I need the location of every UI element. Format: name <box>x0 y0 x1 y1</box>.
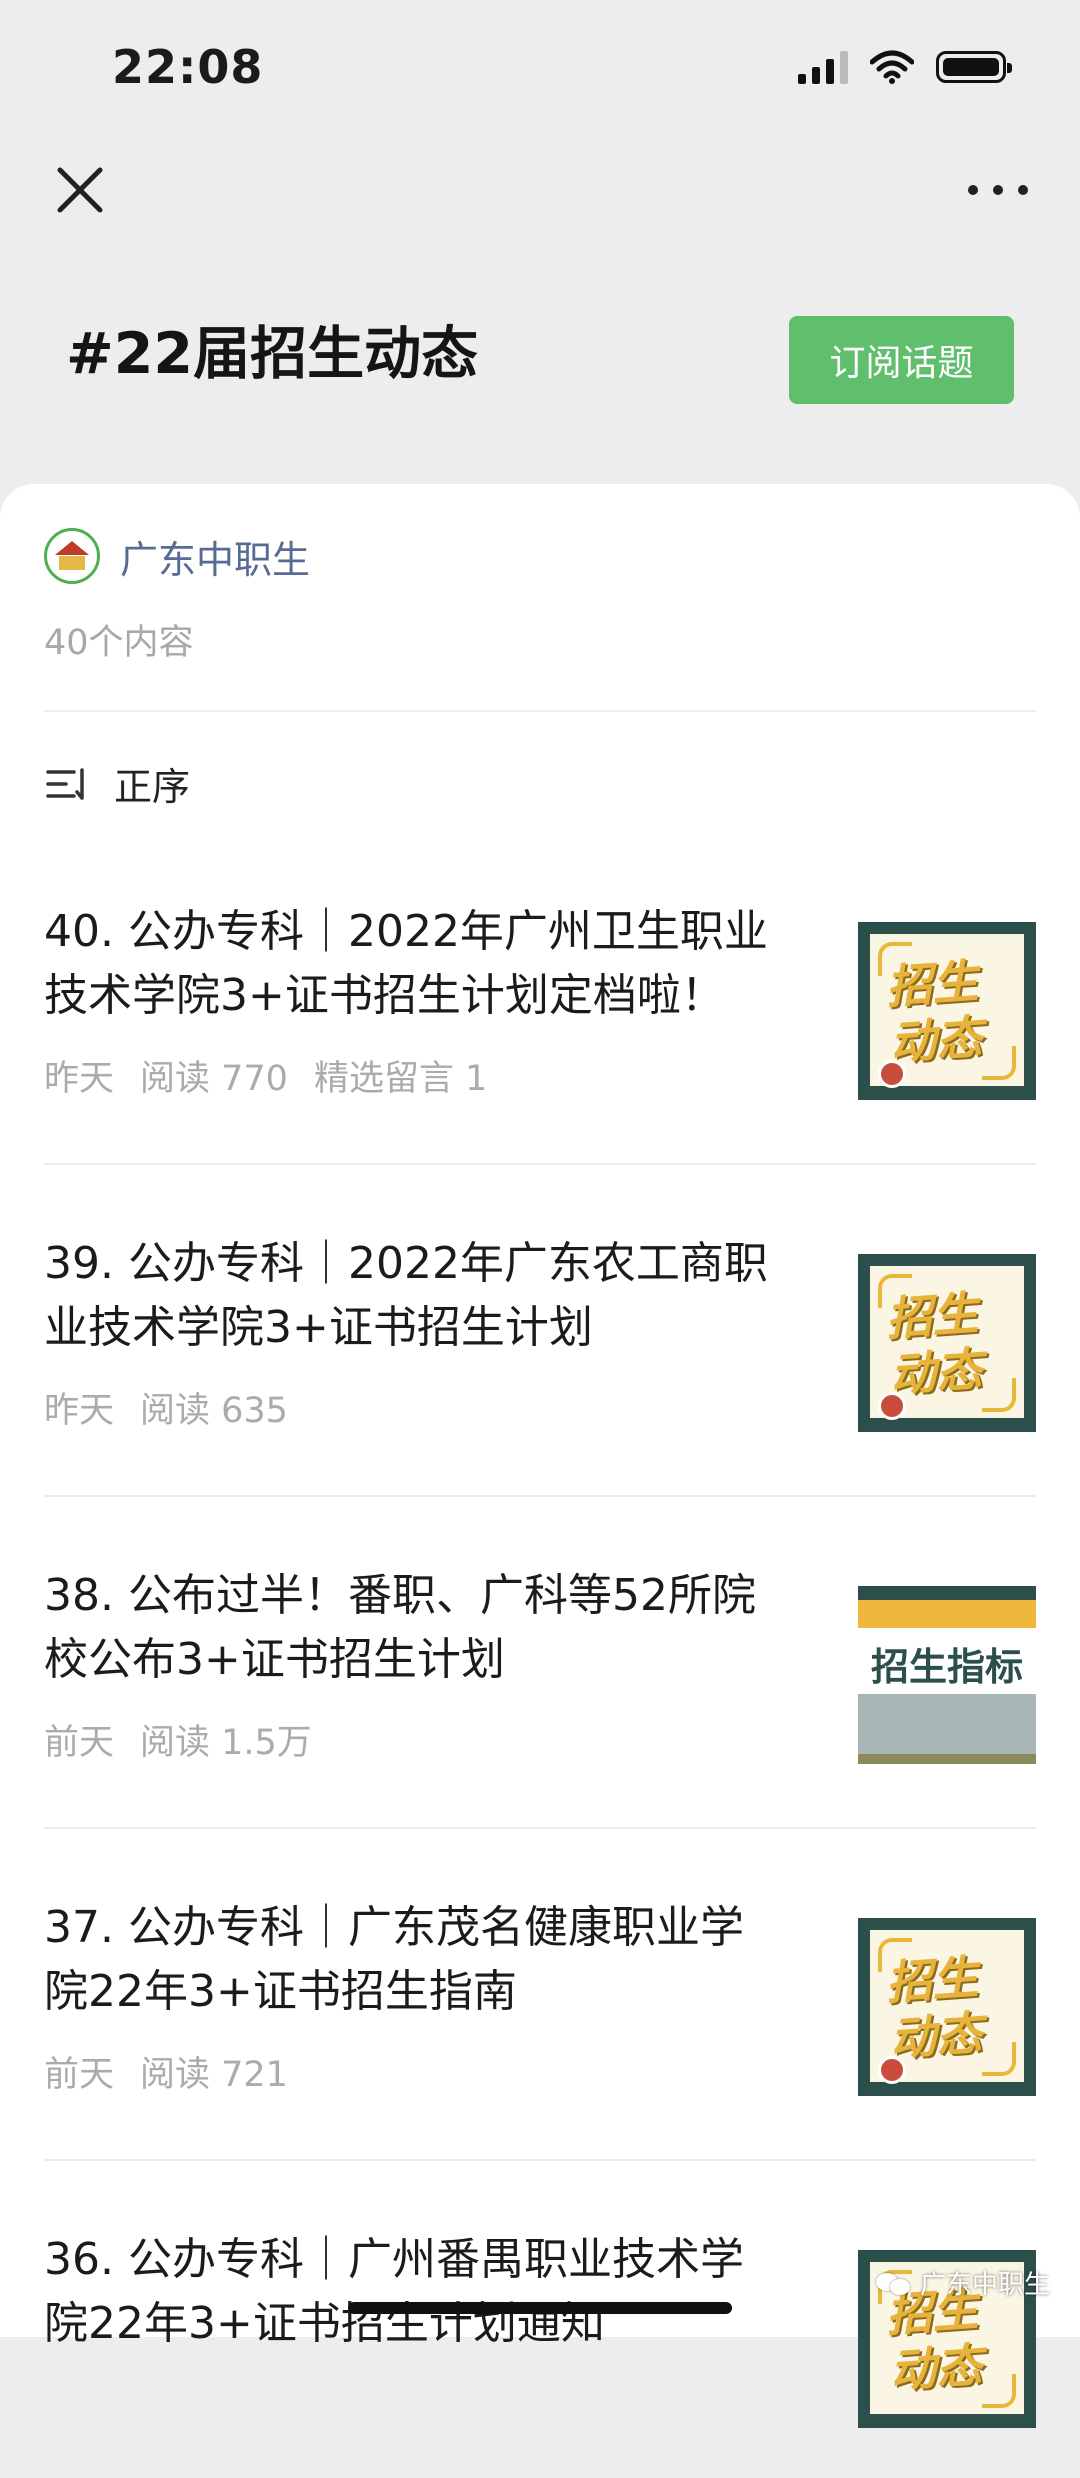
home-indicator[interactable] <box>348 2302 732 2314</box>
account-name: 广东中职生 <box>120 537 311 582</box>
article-item[interactable]: 38. 公布过半！番职、广科等52所院 校公布3+证书招生计划 前天 阅读 1.… <box>44 1564 1036 1814</box>
article-reads: 阅读 721 <box>140 2055 288 2095</box>
watermark-text: 广东中职生 <box>919 2270 1050 2300</box>
close-icon <box>57 167 103 213</box>
avatar <box>44 528 100 584</box>
sort-toggle[interactable]: 正序 <box>44 756 190 811</box>
article-meta: 前天 阅读 721 <box>44 2046 288 2097</box>
article-meta: 昨天 阅读 770 精选留言 1 <box>44 1050 487 1101</box>
divider <box>44 2159 1036 2161</box>
status-icons <box>798 50 1012 84</box>
more-icon <box>968 185 978 195</box>
article-reads: 阅读 635 <box>140 1391 288 1431</box>
article-thumbnail: 招生 动态 <box>858 1254 1036 1432</box>
sort-icon <box>46 767 84 800</box>
close-button[interactable] <box>52 162 108 218</box>
article-reads: 阅读 1.5万 <box>140 1723 312 1763</box>
article-comments: 精选留言 1 <box>313 1059 488 1099</box>
divider <box>44 1827 1036 1829</box>
article-item[interactable]: 39. 公办专科｜2022年广东农工商职 业技术学院3+证书招生计划 昨天 阅读… <box>44 1232 1036 1482</box>
wifi-icon <box>870 50 914 84</box>
article-thumbnail: 招生指标 <box>858 1586 1036 1764</box>
article-thumbnail: 招生 动态 <box>858 1918 1036 2096</box>
subscribe-topic-button[interactable]: 订阅话题 <box>789 316 1014 404</box>
article-item[interactable]: 37. 公办专科｜广东茂名健康职业学 院22年3+证书招生指南 前天 阅读 72… <box>44 1896 1036 2146</box>
article-title: 38. 公布过半！番职、广科等52所院 校公布3+证书招生计划 <box>44 1570 756 1685</box>
watermark: 广东中职生 <box>875 2264 1050 2301</box>
more-options-button[interactable] <box>968 168 1028 212</box>
article-date: 前天 <box>44 2055 115 2095</box>
article-date: 前天 <box>44 1723 115 1763</box>
cellular-signal-icon <box>798 50 848 84</box>
article-thumbnail: 招生 动态 <box>858 922 1036 1100</box>
article-reads: 阅读 770 <box>140 1059 288 1099</box>
battery-icon <box>936 51 1012 83</box>
sort-label: 正序 <box>114 765 191 809</box>
divider <box>44 710 1036 712</box>
article-date: 昨天 <box>44 1391 115 1431</box>
article-date: 昨天 <box>44 1059 115 1099</box>
article-meta: 昨天 阅读 635 <box>44 1382 288 1433</box>
status-time: 22:08 <box>112 40 264 94</box>
page-title: #22届招生动态 <box>66 321 479 387</box>
divider <box>44 1163 1036 1165</box>
topic-content-card: 广东中职生 40个内容 正序 40. 公办专科｜2022年广州卫生职业 技术学院… <box>0 484 1080 2428</box>
article-item[interactable]: 40. 公办专科｜2022年广州卫生职业 技术学院3+证书招生计划定档啦！ 昨天… <box>44 900 1036 1150</box>
article-title: 40. 公办专科｜2022年广州卫生职业 技术学院3+证书招生计划定档啦！ <box>44 906 768 1021</box>
article-meta: 前天 阅读 1.5万 <box>44 1714 312 1765</box>
status-bar: 22:08 <box>0 0 1080 140</box>
wechat-icon <box>875 2269 912 2297</box>
article-title: 37. 公办专科｜广东茂名健康职业学 院22年3+证书招生指南 <box>44 1902 744 2017</box>
content-count: 40个内容 <box>44 623 194 663</box>
account-link[interactable]: 广东中职生 <box>44 528 310 584</box>
divider <box>44 1495 1036 1497</box>
article-title: 39. 公办专科｜2022年广东农工商职 业技术学院3+证书招生计划 <box>44 1238 768 1353</box>
